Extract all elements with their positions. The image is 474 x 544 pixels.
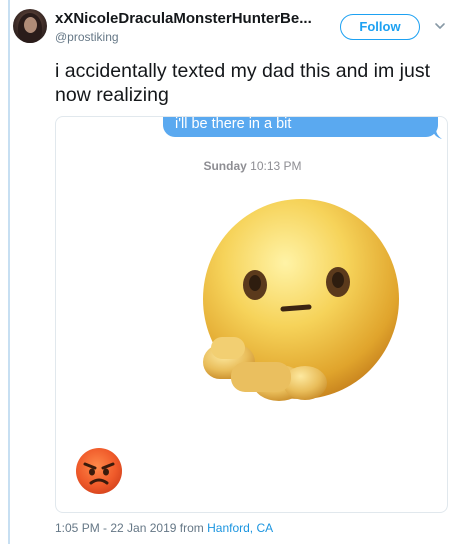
tweet-media[interactable]: i'll be there in a bit Sunday 10:13 PM xyxy=(55,116,448,513)
user-handle[interactable]: @prostiking xyxy=(55,30,119,44)
from-label: from xyxy=(179,521,204,535)
location-link[interactable]: Hanford, CA xyxy=(207,521,273,535)
tweet-datetime[interactable]: 1:05 PM - 22 Jan 2019 xyxy=(55,521,176,535)
thread-line xyxy=(8,0,10,544)
angry-face-emoji xyxy=(76,448,122,494)
pointing-emoji xyxy=(203,199,399,401)
avatar[interactable] xyxy=(13,9,47,43)
bubble-tail xyxy=(432,129,442,139)
user-display-name[interactable]: xXNicoleDraculaMonsterHunterBe... xyxy=(55,10,320,27)
imessage-bubble: i'll be there in a bit xyxy=(163,117,438,137)
chevron-down-icon[interactable] xyxy=(434,20,446,32)
timestamp-time: 10:13 PM xyxy=(250,159,302,173)
message-timestamp: Sunday 10:13 PM xyxy=(56,159,447,173)
tweet-text: i accidentally texted my dad this and im… xyxy=(55,60,431,106)
tweet-meta: 1:05 PM - 22 Jan 2019 from Hanford, CA xyxy=(55,521,273,535)
timestamp-day: Sunday xyxy=(203,159,247,173)
avatar-face xyxy=(24,17,37,33)
follow-button[interactable]: Follow xyxy=(340,14,420,40)
